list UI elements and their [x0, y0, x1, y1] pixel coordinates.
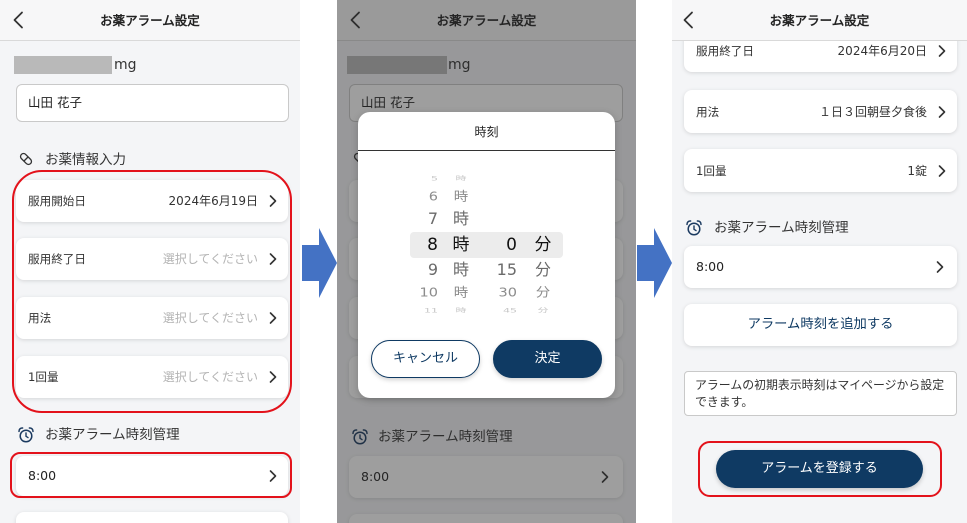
section-title-alarm-times: お薬アラーム時刻管理 — [714, 220, 849, 236]
alarm-time: 8:00 — [696, 259, 725, 274]
row-value: 2024年6月19日 — [168, 194, 258, 208]
row-label: 用法 — [696, 104, 720, 119]
row-value: 1錠 — [907, 163, 927, 178]
row-label: 用法 — [28, 311, 52, 325]
screen-time-picker: お薬アラーム設定 mg 山田 花子 お薬アラーム時刻管理 8:00 時刻 5 時… — [337, 0, 636, 523]
screen-alarm-settings-completed: お薬アラーム設定 服用終了日 2024年6月20日 用法 １日３回朝昼夕食後 1… — [672, 0, 967, 523]
hour-unit: 時 — [452, 260, 469, 279]
row-start-date[interactable]: 服用開始日 2024年6月19日 — [16, 180, 288, 222]
row-dose-amount[interactable]: 1回量 1錠 — [684, 149, 957, 192]
alarm-time: 8:00 — [28, 468, 57, 483]
alarm-clock-icon — [18, 427, 34, 443]
hour-option[interactable]: 5 時 — [358, 174, 615, 185]
redacted-medicine-name — [14, 56, 112, 74]
hour-option[interactable]: 10 時 30 分 — [358, 285, 615, 302]
row-label: 服用終了日 — [696, 44, 754, 58]
row-value-placeholder: 選択してください — [162, 370, 258, 384]
hour-unit: 時 — [455, 175, 467, 183]
minute-value: 15 — [496, 260, 517, 279]
alarm-time-item[interactable]: 8:00 — [16, 456, 288, 496]
hour-value: 9 — [427, 260, 438, 279]
hour-unit: 時 — [453, 286, 469, 300]
hour-value: 7 — [427, 209, 438, 228]
page-title: お薬アラーム設定 — [769, 13, 870, 28]
minute-value: 30 — [498, 286, 517, 300]
hour-value: 11 — [424, 307, 438, 315]
register-alarm-button[interactable]: アラームを登録する — [716, 450, 923, 488]
row-value: １日３回朝昼夕食後 — [818, 104, 927, 119]
chevron-right-icon — [269, 470, 277, 482]
pill-icon — [19, 152, 33, 166]
arrow-right-icon — [637, 228, 672, 298]
dosage-unit: mg — [114, 57, 137, 73]
section-title-alarm-times: お薬アラーム時刻管理 — [45, 427, 180, 443]
info-note: アラームの初期表示時刻はマイページから設定できます。 — [684, 371, 957, 416]
hour-option[interactable]: 6 時 — [358, 189, 615, 206]
minute-value: 0 — [506, 235, 517, 255]
time-picker-dialog: 時刻 5 時 6 時 7 時 8 時 0 分 9 時 15 分 10 時 30 … — [358, 112, 615, 398]
dialog-divider — [358, 150, 615, 151]
hour-value: 8 — [427, 235, 438, 255]
hour-value: 6 — [428, 190, 438, 204]
page-title: お薬アラーム設定 — [100, 13, 200, 28]
alarm-clock-icon — [686, 220, 702, 236]
hour-unit: 時 — [452, 235, 470, 255]
screen-alarm-settings-initial: お薬アラーム設定 mg 山田 花子 お薬情報入力 服用開始日 2024年6月19… — [0, 0, 300, 523]
section-title-medicine-info: お薬情報入力 — [45, 152, 126, 168]
arrow-right-icon — [302, 228, 337, 298]
hour-value: 5 — [431, 175, 438, 183]
row-value: 2024年6月20日 — [837, 44, 927, 58]
row-label: 服用開始日 — [28, 194, 86, 208]
row-dose-amount[interactable]: 1回量 選択してください — [16, 356, 288, 398]
app-header: お薬アラーム設定 — [0, 0, 300, 41]
hour-option[interactable]: 7 時 — [358, 209, 615, 229]
hour-option[interactable]: 9 時 15 分 — [358, 260, 615, 280]
chevron-right-icon — [269, 312, 277, 324]
row-end-date[interactable]: 服用終了日 選択してください — [16, 238, 288, 280]
row-usage[interactable]: 用法 選択してください — [16, 297, 288, 339]
row-label: 1回量 — [28, 370, 59, 384]
dialog-title: 時刻 — [474, 125, 499, 139]
hour-value: 10 — [419, 286, 438, 300]
confirm-button[interactable]: 決定 — [493, 340, 602, 378]
add-alarm-label: アラーム時刻を追加する — [747, 317, 894, 332]
hour-option[interactable]: 11 時 45 分 — [358, 306, 615, 317]
chevron-right-icon — [938, 164, 946, 177]
patient-name-input[interactable]: 山田 花子 — [16, 84, 289, 122]
row-usage[interactable]: 用法 １日３回朝昼夕食後 — [684, 90, 957, 133]
minute-unit: 分 — [534, 235, 552, 255]
minute-unit: 分 — [535, 286, 551, 300]
app-header: お薬アラーム設定 — [672, 0, 967, 41]
hour-unit: 時 — [455, 307, 467, 315]
add-alarm-button[interactable] — [16, 512, 288, 523]
chevron-right-icon — [938, 105, 946, 118]
minute-unit: 分 — [537, 307, 549, 315]
chevron-right-icon — [269, 253, 277, 265]
add-alarm-button[interactable]: アラーム時刻を追加する — [684, 304, 957, 346]
flow-composite: お薬アラーム設定 mg 山田 花子 お薬情報入力 服用開始日 2024年6月19… — [0, 0, 967, 523]
chevron-right-icon — [936, 261, 944, 273]
hour-unit: 時 — [452, 209, 469, 228]
row-label: 1回量 — [696, 163, 727, 178]
row-label: 服用終了日 — [28, 252, 86, 266]
time-wheel[interactable]: 5 時 6 時 7 時 8 時 0 分 9 時 15 分 10 時 30 分 1… — [358, 164, 615, 316]
cancel-button[interactable]: キャンセル — [371, 340, 480, 378]
hour-option-selected[interactable]: 8 時 0 分 — [358, 235, 615, 255]
row-value-placeholder: 選択してください — [162, 311, 258, 325]
chevron-right-icon — [938, 45, 946, 57]
minute-value: 45 — [503, 307, 517, 315]
alarm-time-item[interactable]: 8:00 — [684, 246, 957, 288]
minute-unit: 分 — [534, 260, 551, 279]
row-value-placeholder: 選択してください — [162, 252, 258, 266]
hour-unit: 時 — [453, 190, 469, 204]
chevron-right-icon — [269, 371, 277, 383]
chevron-right-icon — [269, 195, 277, 207]
